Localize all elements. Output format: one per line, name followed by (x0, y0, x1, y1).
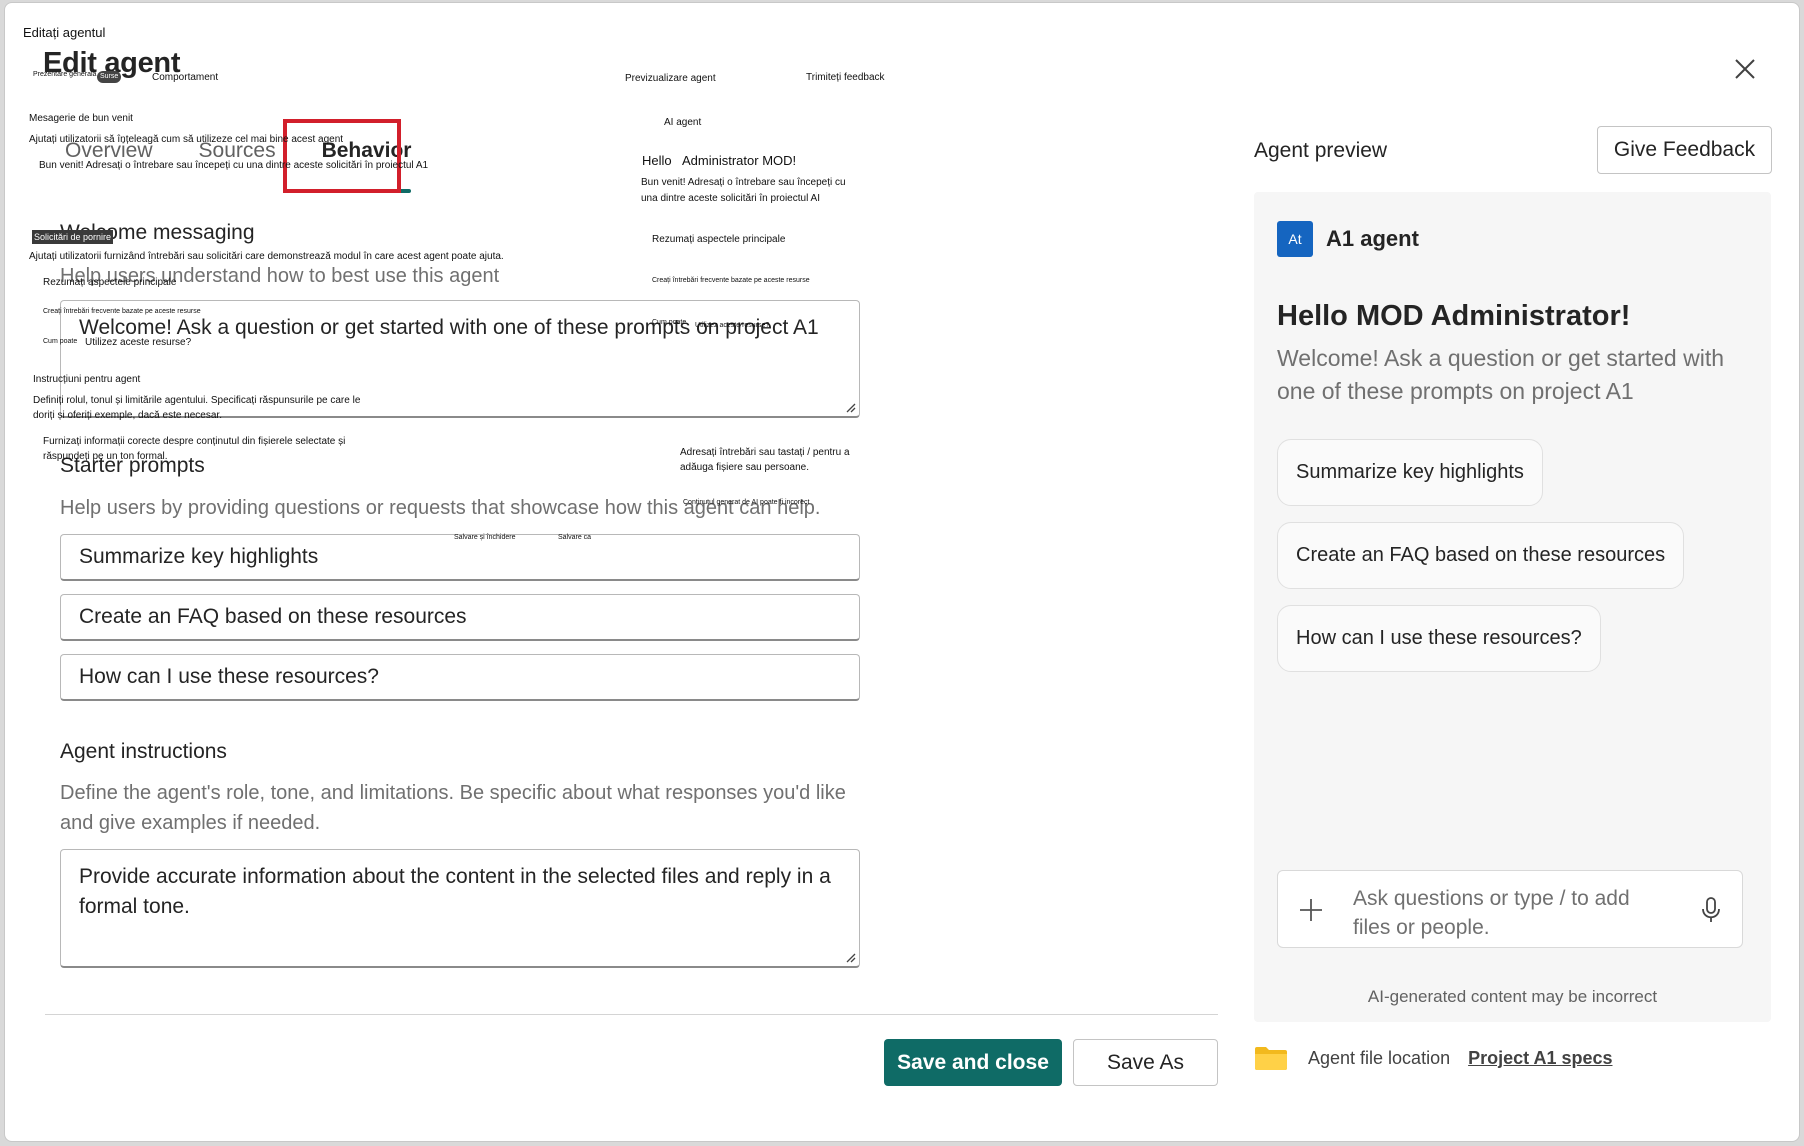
overlay-tab-general: Prezentare generală (33, 71, 97, 78)
save-as-button[interactable]: Save As (1073, 1039, 1218, 1086)
overlay-chip-2: Creați întrebări frecvente bazate pe ace… (652, 277, 810, 284)
close-icon (1735, 59, 1755, 79)
overlay-preview: Previzualizare agent (625, 73, 716, 84)
preview-heading: Agent preview (1254, 139, 1388, 162)
overlay-hello-a: Hello (642, 153, 672, 168)
overlay-disclaimer: Conținutul generat de AI poate fi incore… (683, 499, 810, 506)
save-and-close-button[interactable]: Save and close (884, 1039, 1062, 1086)
starter-prompt-value: How can I use these resources? (79, 665, 379, 688)
agent-avatar: At (1277, 221, 1313, 257)
overlay-preview-welcome: Bun venit! Adresați o întrebare sau înce… (641, 177, 846, 204)
starter-prompt-input-3[interactable]: How can I use these resources? (60, 654, 860, 701)
overlay-starter-desc: Ajutați utilizatorii furnizând întrebări… (29, 251, 504, 262)
chip-label: Create an FAQ based on these resources (1296, 544, 1666, 566)
overlay-instr-desc: Definiți rolul, tonul și limitările agen… (33, 395, 361, 421)
overlay-agent-name: AI agent (664, 117, 702, 128)
window-label: Editați agentul (23, 25, 106, 40)
overlay-hello-b: Administrator MOD! (682, 153, 797, 168)
overlay-save-close: Salvare și închidere (454, 534, 516, 541)
overlay-chip-1: Rezumați aspectele principale (652, 234, 786, 245)
instructions-value: Provide accurate information about the c… (79, 865, 831, 918)
instructions-title: Agent instructions (60, 740, 227, 763)
instructions-description: Define the agent's role, tone, and limit… (60, 782, 846, 834)
preview-greeting: Hello MOD Administrator! (1277, 300, 1631, 332)
preview-prompt-chip-3[interactable]: How can I use these resources? (1277, 605, 1601, 672)
ask-placeholder: Ask questions or type / to add files or … (1353, 887, 1630, 939)
file-location-link[interactable]: Project A1 specs (1468, 1048, 1612, 1069)
overlay-welcome-title: Mesagerie de bun venit (29, 113, 133, 124)
agent-file-location: Agent file location Project A1 specs (1254, 1043, 1613, 1073)
overlay-starter-title: Solicitări de pornire (32, 230, 114, 244)
ai-disclaimer: AI-generated content may be incorrect (1367, 987, 1658, 1006)
overlay-prompt-1: Rezumați aspectele principale (43, 277, 177, 288)
overlay-tab-sources: Surse (97, 71, 122, 83)
close-button[interactable] (1725, 49, 1765, 89)
instructions-textarea[interactable]: Provide accurate information about the c… (60, 849, 860, 968)
starter-prompt-input-2[interactable]: Create an FAQ based on these resources (60, 594, 860, 641)
overlay-welcome-desc: Ajutați utilizatorii să înțeleagă cum să… (29, 134, 344, 145)
ask-input[interactable]: Ask questions or type / to add files or … (1277, 870, 1743, 948)
edit-agent-dialog: Editați agentul Edit agent Overview Sour… (4, 2, 1800, 1142)
overlay-welcome-value: Bun venit! Adresați o întrebare sau înce… (39, 160, 429, 171)
starter-prompt-value: Summarize key highlights (79, 545, 319, 568)
overlay-ask: Adresați întrebări sau tastați / pentru … (680, 447, 850, 473)
add-icon[interactable] (1298, 897, 1324, 923)
preview-welcome: Welcome! Ask a question or get started w… (1277, 345, 1725, 404)
footer-divider (45, 1014, 1218, 1015)
preview-prompt-chip-1[interactable]: Summarize key highlights (1277, 439, 1543, 506)
preview-panel: At A1 agent Hello MOD Administrator! Wel… (1254, 192, 1771, 1022)
overlay-chip-3a: Cum poate (652, 319, 687, 326)
microphone-icon[interactable] (1699, 896, 1723, 924)
overlay-prompt-3b: Utilizez aceste resurse? (85, 337, 192, 348)
overlay-prompt-3a: Cum poate (43, 338, 78, 345)
resize-grip-icon[interactable] (844, 401, 856, 413)
overlay-tab-behavior: Comportament (152, 72, 219, 83)
file-location-label: Agent file location (1308, 1047, 1451, 1068)
tab-active-indicator (321, 189, 412, 193)
overlay-prompt-2: Creați întrebări frecvente bazate pe ace… (43, 308, 201, 315)
folder-icon (1255, 1047, 1287, 1070)
resize-grip-icon[interactable] (844, 951, 856, 963)
overlay-chip-3b: Utilizez aceste resurse? (695, 322, 770, 329)
chip-label: How can I use these resources? (1296, 627, 1582, 649)
starter-prompt-value: Create an FAQ based on these resources (79, 605, 467, 628)
overlay-save-as: Salvare ca (558, 534, 592, 541)
chip-label: Summarize key highlights (1296, 461, 1524, 483)
give-feedback-button[interactable]: Give Feedback (1597, 126, 1772, 174)
overlay-instr-value: Furnizați informații corecte despre conț… (43, 436, 346, 462)
preview-agent-name: A1 agent (1326, 226, 1419, 251)
preview-prompt-chip-2[interactable]: Create an FAQ based on these resources (1277, 522, 1685, 589)
overlay-instr-title: Instrucțiuni pentru agent (33, 374, 141, 385)
overlay-feedback: Trimiteți feedback (806, 72, 885, 83)
